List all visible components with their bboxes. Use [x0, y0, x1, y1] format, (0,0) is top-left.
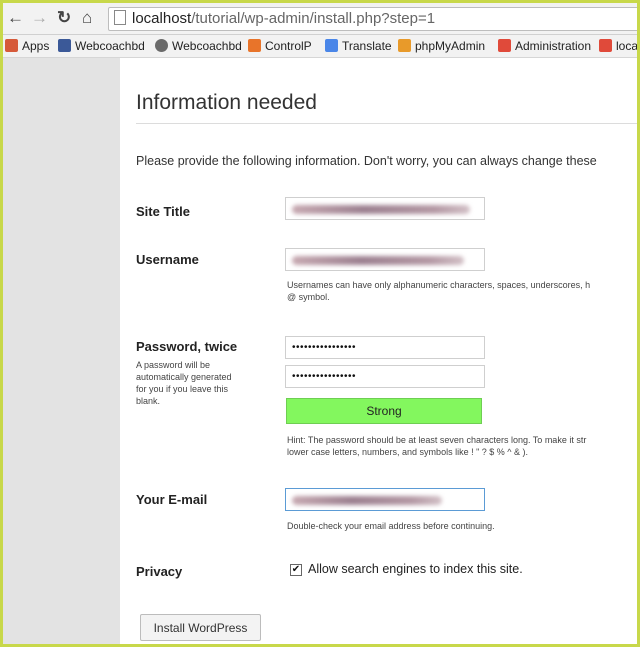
password-hint: Hint: The password should be at least se… — [287, 434, 586, 458]
bookmark-label: Webcoachbd — [75, 39, 145, 53]
install-wordpress-button[interactable]: Install WordPress — [140, 614, 261, 641]
password-note-line: automatically generated — [136, 372, 232, 382]
email-hint: Double-check your email address before c… — [287, 521, 495, 531]
home-icon[interactable]: ⌂ — [82, 8, 92, 28]
bookmark-webcoachbd[interactable]: Webcoachbd — [155, 38, 242, 54]
joomla-icon — [498, 39, 511, 52]
facebook-icon — [58, 39, 71, 52]
email-label: Your E-mail — [136, 492, 208, 507]
password-input-1[interactable]: •••••••••••••••• — [285, 336, 485, 359]
privacy-option-label[interactable]: Allow search engines to index this site. — [308, 562, 523, 576]
username-hint: Usernames can have only alphanumeric cha… — [287, 279, 590, 303]
redacted-value — [292, 256, 464, 265]
email-input[interactable] — [285, 488, 485, 511]
bookmark-controlp[interactable]: ControlP — [248, 38, 312, 54]
password-strength-indicator: Strong — [286, 398, 482, 424]
bookmark-apps[interactable]: Apps — [5, 38, 49, 54]
password-hint-line: lower case letters, numbers, and symbols… — [287, 447, 529, 457]
address-bar[interactable]: localhost/tutorial/wp-admin/install.php?… — [108, 7, 637, 31]
redacted-value — [292, 496, 442, 505]
password-label: Password, twice — [136, 339, 238, 354]
bookmark-phpmyadmin[interactable]: phpMyAdmin — [398, 38, 485, 54]
username-input[interactable] — [285, 248, 485, 271]
install-form: Information needed Please provide the fo… — [120, 58, 637, 644]
username-label: Username — [136, 252, 199, 267]
page-side-gutter — [3, 58, 120, 644]
phpmyadmin-icon — [398, 39, 411, 52]
password-input-2[interactable]: •••••••••••••••• — [285, 365, 485, 388]
site-title-input[interactable] — [285, 197, 485, 220]
url-host: localhost — [132, 10, 192, 27]
url-path: /tutorial/wp-admin/install.php?step=1 — [191, 10, 436, 27]
bookmark-label: ControlP — [265, 39, 312, 53]
bookmark-label: Translate — [342, 39, 392, 53]
forward-arrow-icon[interactable]: → — [31, 8, 48, 28]
bookmark-label: Webcoachbd — [172, 39, 242, 53]
globe-icon — [155, 39, 168, 52]
translate-icon — [325, 39, 338, 52]
intro-text: Please provide the following information… — [136, 154, 597, 168]
bookmark-label: loca — [616, 39, 637, 53]
username-hint-line: Usernames can have only alphanumeric cha… — [287, 280, 591, 290]
back-arrow-icon[interactable]: ← — [7, 8, 24, 28]
password-note-line: for you if you leave this — [136, 384, 229, 394]
redacted-value — [292, 205, 470, 214]
password-note: A password will be automatically generat… — [136, 359, 232, 407]
title-divider — [136, 123, 637, 124]
bookmark-webcoachbd-facebook[interactable]: Webcoachbd — [58, 38, 145, 54]
password-note-line: blank. — [136, 396, 161, 406]
apps-grid-icon — [5, 39, 18, 52]
bookmarks-bar: Apps Webcoachbd Webcoachbd ControlP Tran… — [3, 35, 637, 58]
username-hint-line: @ symbol. — [287, 292, 330, 302]
bookmark-loca[interactable]: loca — [599, 38, 637, 54]
site-title-label: Site Title — [136, 204, 190, 219]
privacy-label: Privacy — [136, 564, 183, 579]
browser-toolbar: ← → ↻ ⌂ localhost/tutorial/wp-admin/inst… — [3, 3, 637, 35]
privacy-checkbox[interactable]: ✔ — [290, 564, 302, 576]
password-note-line: A password will be — [136, 360, 211, 370]
browser-window: ← → ↻ ⌂ localhost/tutorial/wp-admin/inst… — [3, 3, 637, 644]
joomla-icon — [599, 39, 612, 52]
bookmark-label: Administration — [515, 39, 592, 53]
password-mask: •••••••••••••••• — [292, 342, 357, 353]
bookmark-label: phpMyAdmin — [415, 39, 486, 53]
bookmark-translate[interactable]: Translate — [325, 38, 392, 54]
password-hint-line: Hint: The password should be at least se… — [287, 435, 587, 445]
bookmark-label: Apps — [22, 39, 50, 53]
password-mask: •••••••••••••••• — [292, 371, 357, 382]
page-title: Information needed — [136, 91, 317, 114]
reload-icon[interactable]: ↻ — [57, 8, 71, 28]
bookmark-administration[interactable]: Administration — [498, 38, 591, 54]
page-icon — [114, 10, 126, 25]
cpanel-icon — [248, 39, 261, 52]
